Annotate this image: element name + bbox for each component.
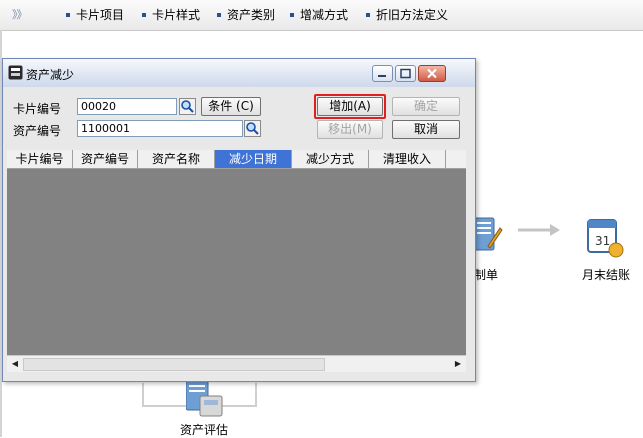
- column-clearance-income[interactable]: 清理收入: [369, 150, 446, 168]
- asset-assessment-icon[interactable]: [186, 380, 228, 418]
- asset-assessment-label[interactable]: 资产评估: [180, 421, 228, 438]
- card-search-button[interactable]: [179, 98, 196, 115]
- reduction-grid[interactable]: 卡片编号 资产编号 资产名称 减少日期 减少方式 清理收入 ◀ ▶: [7, 150, 466, 372]
- move-out-button[interactable]: 移出(M): [317, 120, 383, 139]
- card-no-label: 卡片编号: [13, 102, 62, 116]
- toolbar-item-card-styles[interactable]: 卡片样式: [142, 7, 200, 23]
- month-end-label[interactable]: 月末结账: [582, 266, 630, 283]
- bullet-icon: [142, 12, 146, 17]
- flow-arrow-icon: [518, 224, 560, 236]
- toolbar-item-card-items[interactable]: 卡片项目: [66, 7, 124, 23]
- flow-connector: [255, 383, 257, 407]
- cancel-button[interactable]: 取消: [392, 120, 460, 139]
- close-button[interactable]: [418, 65, 446, 82]
- minimize-button[interactable]: [372, 65, 393, 82]
- search-icon: [246, 122, 259, 135]
- asset-reduction-dialog: 资产减少 卡片编号 00020 条件 (C) 资产编号 1100001 增加(A…: [2, 58, 476, 382]
- voucher-icon[interactable]: [474, 216, 504, 256]
- calendar-icon[interactable]: 31: [586, 214, 626, 260]
- dialog-title: 资产减少: [26, 68, 75, 82]
- horizontal-scrollbar[interactable]: ◀ ▶: [7, 355, 466, 372]
- app-icon: [8, 65, 23, 80]
- minimize-icon: [378, 75, 386, 77]
- asset-no-input[interactable]: 1100001: [77, 120, 243, 137]
- add-button-highlight: [314, 94, 386, 119]
- top-toolbar: 》》 卡片项目 卡片样式 资产类别 增减方式 折旧方法定义: [0, 0, 643, 31]
- expand-arrows-icon[interactable]: 》》: [12, 6, 27, 22]
- scroll-left-icon[interactable]: ◀: [8, 357, 22, 371]
- asset-search-button[interactable]: [244, 120, 261, 137]
- column-reduction-method[interactable]: 减少方式: [292, 150, 369, 168]
- bullet-icon: [290, 12, 294, 17]
- voucher-label[interactable]: 制单: [474, 266, 498, 283]
- svg-text:31: 31: [595, 234, 610, 248]
- toolbar-item-asset-categories[interactable]: 资产类别: [217, 7, 275, 23]
- card-no-input[interactable]: 00020: [77, 98, 177, 115]
- maximize-button[interactable]: [395, 65, 416, 82]
- flow-connector: [142, 383, 144, 407]
- asset-no-label: 资产编号: [13, 124, 62, 138]
- bullet-icon: [366, 12, 370, 17]
- grid-header: 卡片编号 资产编号 资产名称 减少日期 减少方式 清理收入: [7, 150, 466, 169]
- column-asset-no[interactable]: 资产编号: [73, 150, 138, 168]
- column-asset-name[interactable]: 资产名称: [138, 150, 215, 168]
- toolbar-item-depreciation-methods[interactable]: 折旧方法定义: [366, 7, 448, 23]
- column-card-no[interactable]: 卡片编号: [7, 150, 73, 168]
- bullet-icon: [66, 12, 70, 17]
- column-reduction-date[interactable]: 减少日期: [215, 150, 292, 168]
- scroll-thumb[interactable]: [23, 358, 325, 371]
- bullet-icon: [217, 12, 221, 17]
- dialog-titlebar[interactable]: 资产减少: [3, 59, 475, 87]
- confirm-button[interactable]: 确定: [392, 97, 460, 116]
- scroll-right-icon[interactable]: ▶: [451, 357, 465, 371]
- search-icon: [181, 100, 194, 113]
- maximize-icon: [400, 68, 411, 79]
- toolbar-item-change-methods[interactable]: 增减方式: [290, 7, 348, 23]
- close-icon: [427, 68, 437, 79]
- condition-button[interactable]: 条件 (C): [201, 97, 261, 116]
